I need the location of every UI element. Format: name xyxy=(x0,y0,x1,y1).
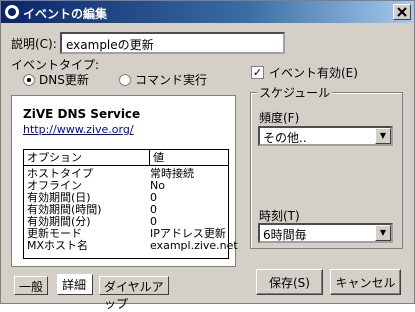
window-title: イベントの編集 xyxy=(23,7,108,21)
schedule-group-title: スケジュール xyxy=(257,84,333,101)
radio-dns-update-label: DNS更新 xyxy=(39,73,89,87)
description-input[interactable]: exampleの更新 xyxy=(60,32,285,54)
event-enabled-checkbox[interactable]: ✓ イベント有効(E) xyxy=(251,64,358,81)
radio-command-exec[interactable]: コマンド実行 xyxy=(119,71,207,88)
column-header-option[interactable]: オプション xyxy=(24,150,150,166)
service-name: ZiVE DNS Service xyxy=(23,107,141,121)
time-value: 6時間毎 xyxy=(263,228,307,242)
row-key: MXホスト名 xyxy=(27,239,89,252)
service-url-link[interactable]: http://www.zive.org/ xyxy=(23,123,134,136)
cancel-button[interactable]: キャンセル xyxy=(330,269,401,295)
row-value: exampl.zive.net xyxy=(150,239,238,252)
checkmark-icon: ✓ xyxy=(251,66,264,79)
description-label: 説明(C): xyxy=(11,37,57,51)
time-select[interactable]: 6時間毎 ▼ xyxy=(258,223,393,243)
options-table[interactable]: オプション 値 ホストタイプ 常時接続 オフライン No 有効期間(日) 0 有… xyxy=(23,149,238,259)
table-row[interactable]: MXホスト名 exampl.zive.net xyxy=(24,239,238,252)
app-icon xyxy=(5,5,19,19)
tab-details[interactable]: 詳細 xyxy=(57,274,93,295)
event-enabled-label: イベント有効(E) xyxy=(269,66,358,80)
frequency-select[interactable]: その他.. ▼ xyxy=(258,126,393,146)
save-button[interactable]: 保存(S) xyxy=(256,269,323,295)
radio-command-exec-label: コマンド実行 xyxy=(135,73,208,87)
time-label: 時刻(T) xyxy=(259,209,300,223)
column-header-value[interactable]: 値 xyxy=(150,150,228,166)
close-icon xyxy=(397,7,407,17)
tab-general[interactable]: 一般 xyxy=(14,276,48,295)
chevron-down-icon: ▼ xyxy=(375,128,391,144)
tab-dialup[interactable]: ダイヤルアップ xyxy=(99,276,169,311)
close-button[interactable] xyxy=(393,4,411,20)
title-bar: イベントの編集 xyxy=(1,1,414,23)
radio-selected-icon xyxy=(23,73,35,86)
chevron-down-icon: ▼ xyxy=(375,225,391,241)
radio-dns-update[interactable]: DNS更新 xyxy=(23,71,89,88)
frequency-value: その他.. xyxy=(263,131,307,145)
frequency-label: 頻度(F) xyxy=(259,111,300,125)
radio-unselected-icon xyxy=(119,73,131,86)
dialog-window: イベントの編集 説明(C): exampleの更新 イベントタイプ: DNS更新… xyxy=(0,0,415,311)
